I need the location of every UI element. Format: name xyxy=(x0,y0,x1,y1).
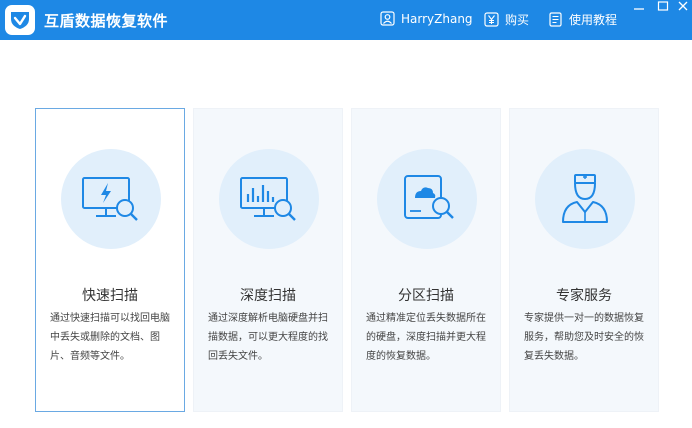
document-icon xyxy=(548,12,563,27)
card-icon-circle xyxy=(219,149,319,249)
card-title: 深度扫描 xyxy=(240,288,296,304)
title-bar: 互盾数据恢复软件 HarryZhang 购买 使用教程 xyxy=(0,0,692,40)
card-description: 通过精准定位丢失数据所在的硬盘，深度扫描并更大程度的恢复数据。 xyxy=(366,313,486,362)
close-icon xyxy=(678,1,688,11)
shield-check-icon xyxy=(11,12,29,29)
maximize-icon xyxy=(657,1,669,11)
card-partition-scan[interactable]: 分区扫描 通过精准定位丢失数据所在的硬盘，深度扫描并更大程度的恢复数据。 xyxy=(351,108,501,412)
username-label: HarryZhang xyxy=(401,11,473,26)
minimize-icon xyxy=(634,8,644,10)
card-expert-service[interactable]: 专家服务 专家提供一对一的数据恢复服务，帮助您及时安全的恢复丢失数据。 xyxy=(509,108,659,412)
card-description: 专家提供一对一的数据恢复服务，帮助您及时安全的恢复丢失数据。 xyxy=(524,313,644,362)
disk-cloud-search-icon xyxy=(404,175,454,219)
close-button[interactable] xyxy=(672,0,692,14)
monitor-lightning-search-icon xyxy=(82,177,138,221)
card-description: 通过深度解析电脑硬盘并扫描数据，可以更大程度的找回丢失文件。 xyxy=(208,313,328,362)
monitor-chart-search-icon xyxy=(240,177,296,221)
card-title: 分区扫描 xyxy=(398,288,454,304)
card-icon-circle xyxy=(377,149,477,249)
expert-doctor-icon xyxy=(562,174,608,223)
user-icon xyxy=(380,11,395,26)
card-title: 快速扫描 xyxy=(82,288,138,304)
user-account-button[interactable]: HarryZhang xyxy=(380,11,473,26)
app-title: 互盾数据恢复软件 xyxy=(44,12,169,30)
maximize-button[interactable] xyxy=(652,0,674,14)
buy-button[interactable]: 购买 xyxy=(484,11,529,28)
minimize-button[interactable] xyxy=(628,0,650,14)
card-deep-scan[interactable]: 深度扫描 通过深度解析电脑硬盘并扫描数据，可以更大程度的找回丢失文件。 xyxy=(193,108,343,412)
card-quick-scan[interactable]: 快速扫描 通过快速扫描可以找回电脑中丢失或删除的文档、图片、音频等文件。 xyxy=(35,108,185,412)
card-icon-circle xyxy=(535,149,635,249)
app-logo xyxy=(5,5,35,35)
tutorial-button[interactable]: 使用教程 xyxy=(548,11,617,28)
card-description: 通过快速扫描可以找回电脑中丢失或删除的文档、图片、音频等文件。 xyxy=(50,313,170,362)
buy-label: 购买 xyxy=(505,13,530,27)
card-icon-circle xyxy=(61,149,161,249)
tutorial-label: 使用教程 xyxy=(569,13,618,27)
card-title: 专家服务 xyxy=(556,288,612,304)
yen-icon xyxy=(484,12,499,27)
